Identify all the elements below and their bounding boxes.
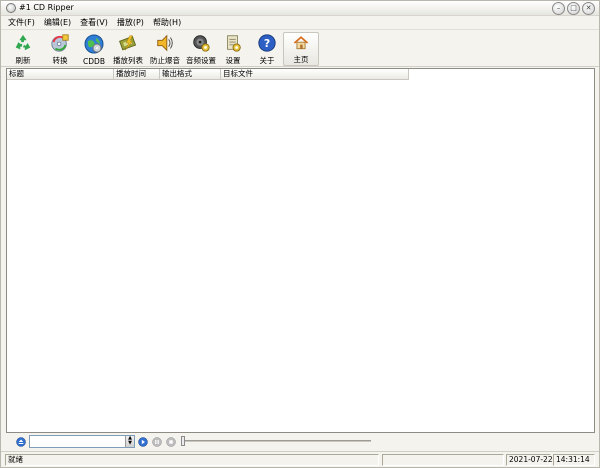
pause-icon[interactable] <box>152 437 162 447</box>
globe-icon <box>84 34 104 54</box>
about-label: 关于 <box>259 56 275 65</box>
convert-button[interactable]: 转换 <box>42 32 78 66</box>
audio-settings-icon <box>193 35 210 52</box>
status-pane-empty <box>382 454 504 466</box>
title-bar[interactable]: #1 CD Ripper – □ ✕ <box>1 1 599 16</box>
status-text: 就绪 <box>5 454 379 466</box>
refresh-button[interactable]: 刷新 <box>5 32 41 66</box>
app-icon <box>6 3 16 13</box>
help-icon: ? <box>258 34 276 52</box>
home-button[interactable]: 主页 <box>283 32 319 66</box>
menu-bar: 文件(F) 编辑(E) 查看(V) 播放(P) 帮助(H) <box>1 16 599 29</box>
playlist-icon <box>119 35 137 51</box>
playlist-label: 播放列表 <box>113 56 143 65</box>
settings-label: 设置 <box>225 56 241 65</box>
close-icon[interactable]: ✕ <box>582 2 595 15</box>
window-title: #1 CD Ripper <box>19 3 74 12</box>
speaker-icon <box>157 34 173 52</box>
status-bar: 就绪 2021-07-22 14:31:14 <box>1 451 599 467</box>
status-time: 14:31:14 <box>553 454 595 466</box>
combo-arrow-icon[interactable]: ▲ ▼ <box>125 436 134 447</box>
menu-edit[interactable]: 编辑(E) <box>43 17 72 28</box>
playlist-button[interactable]: 播放列表 <box>110 32 146 66</box>
minimize-icon[interactable]: – <box>552 2 565 15</box>
menu-view[interactable]: 查看(V) <box>79 17 109 28</box>
eject-icon[interactable] <box>16 437 26 447</box>
column-target-file[interactable]: 目标文件 <box>221 69 409 79</box>
maximize-icon[interactable]: □ <box>567 2 580 15</box>
anti-pop-button[interactable]: 防止爆音 <box>147 32 183 66</box>
audio-settings-label: 音频设置 <box>186 56 216 65</box>
play-icon[interactable] <box>138 437 148 447</box>
column-title[interactable]: 标题 <box>7 69 114 79</box>
refresh-label: 刷新 <box>15 56 31 65</box>
recycle-icon <box>15 34 31 51</box>
column-duration[interactable]: 播放时间 <box>114 69 160 79</box>
home-label: 主页 <box>293 55 309 64</box>
cddb-label: CDDB <box>83 57 105 66</box>
app-window: #1 CD Ripper – □ ✕ 文件(F) 编辑(E) 查看(V) 播放(… <box>0 0 600 468</box>
anti-pop-label: 防止爆音 <box>150 56 180 65</box>
menu-file[interactable]: 文件(F) <box>7 17 36 28</box>
drive-select[interactable]: ▲ ▼ <box>29 435 135 448</box>
menu-help[interactable]: 帮助(H) <box>152 17 182 28</box>
audio-settings-button[interactable]: 音频设置 <box>183 32 219 66</box>
settings-button[interactable]: 设置 <box>215 32 251 66</box>
track-list[interactable]: 标题 播放时间 输出格式 目标文件 <box>6 68 595 433</box>
cddb-button[interactable]: CDDB <box>76 32 112 66</box>
seek-thumb[interactable] <box>181 436 185 446</box>
toolbar: 刷新 转换 CDDB 播放列表 防止爆音 音频设置 设置 ? 关于 主页 <box>1 29 599 67</box>
column-output-format[interactable]: 输出格式 <box>160 69 221 79</box>
home-icon <box>293 36 309 50</box>
seek-track[interactable] <box>182 440 371 442</box>
player-bar: ▲ ▼ <box>1 434 599 450</box>
svg-text:?: ? <box>264 37 270 50</box>
convert-label: 转换 <box>52 56 68 65</box>
settings-icon <box>227 35 241 52</box>
convert-icon <box>51 34 69 52</box>
status-date: 2021-07-22 <box>506 454 553 466</box>
menu-play[interactable]: 播放(P) <box>116 17 145 28</box>
window-controls: – □ ✕ <box>552 2 595 15</box>
list-header: 标题 播放时间 输出格式 目标文件 <box>7 69 409 80</box>
stop-icon[interactable] <box>166 437 176 447</box>
about-button[interactable]: ? 关于 <box>249 32 285 66</box>
